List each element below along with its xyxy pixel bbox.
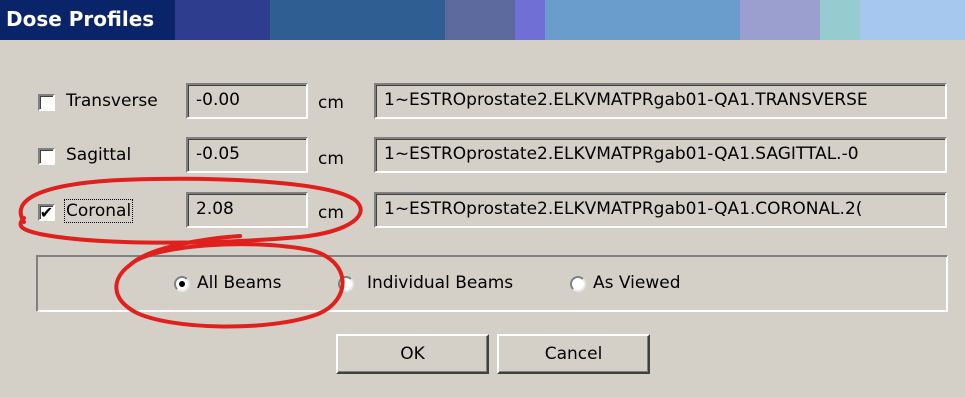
transverse-checkbox[interactable] (38, 94, 55, 111)
as-viewed-radio[interactable] (570, 276, 586, 292)
sagittal-unit: cm (318, 149, 344, 169)
row-sagittal: Sagittal -0.05 cm 1~ESTROprostate2.ELKVM… (0, 136, 965, 176)
dose-profiles-dialog: Transverse -0.00 cm 1~ESTROprostate2.ELK… (0, 40, 965, 397)
transverse-position-field[interactable]: -0.00 (186, 83, 308, 119)
coronal-unit: cm (318, 203, 344, 223)
coronal-label[interactable]: Coronal (63, 199, 134, 223)
coronal-position-field[interactable]: 2.08 (186, 192, 308, 228)
sagittal-checkbox[interactable] (38, 148, 55, 165)
beam-options-group: All Beams Individual Beams As Viewed (36, 255, 948, 312)
title-bar[interactable]: Dose Profiles (0, 0, 965, 40)
transverse-unit: cm (318, 93, 344, 113)
transverse-filename-field[interactable]: 1~ESTROprostate2.ELKVMATPRgab01-QA1.TRAN… (374, 83, 947, 119)
all-beams-label[interactable]: All Beams (197, 273, 281, 293)
check-icon: ✔ (39, 202, 54, 222)
all-beams-radio[interactable] (174, 276, 190, 292)
individual-beams-label[interactable]: Individual Beams (367, 273, 513, 293)
sagittal-filename-field[interactable]: 1~ESTROprostate2.ELKVMATPRgab01-QA1.SAGI… (374, 137, 947, 173)
as-viewed-label[interactable]: As Viewed (593, 273, 680, 293)
transverse-label[interactable]: Transverse (66, 91, 158, 111)
individual-beams-radio[interactable] (338, 276, 354, 292)
window-title: Dose Profiles (6, 7, 155, 31)
coronal-checkbox[interactable]: ✔ (38, 204, 55, 221)
sagittal-position-field[interactable]: -0.05 (186, 137, 308, 173)
coronal-filename-field[interactable]: 1~ESTROprostate2.ELKVMATPRgab01-QA1.CORO… (374, 192, 947, 228)
ok-button[interactable]: OK (336, 334, 489, 374)
cancel-button[interactable]: Cancel (497, 334, 650, 374)
row-transverse: Transverse -0.00 cm 1~ESTROprostate2.ELK… (0, 82, 965, 122)
row-coronal: ✔ Coronal 2.08 cm 1~ESTROprostate2.ELKVM… (0, 191, 965, 231)
sagittal-label[interactable]: Sagittal (66, 145, 131, 165)
